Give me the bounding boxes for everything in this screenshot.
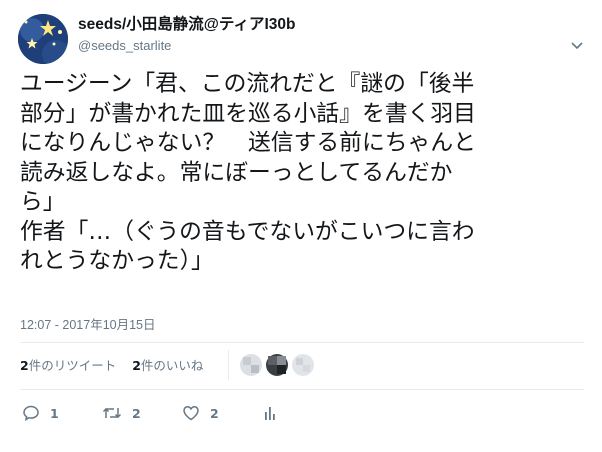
retweet-stat-count: 2 [20,358,29,373]
tweet-text-line: 部分」が書かれた皿を巡る小話』を書く羽目 [20,100,476,127]
user-handle[interactable]: @seeds_starlite [78,37,295,55]
user-names: seeds/小田島静流@ティアI30b @seeds_starlite [78,15,295,55]
like-button[interactable]: 2 [182,402,219,424]
tweet-actions: 1 2 2 [22,402,322,426]
liker-avatars [240,354,350,378]
stats-separator [228,350,229,380]
like-count: 2 [210,405,219,421]
like-stat-label: 件のいいね [140,358,204,373]
tweet-text-line: 読み返しなよ。常にぼーっとしてるんだか [20,159,453,186]
tweet-stats: 2件のリツイート 2件のいいね [20,350,314,380]
divider [20,389,584,390]
tweet: seeds/小田島静流@ティアI30b @seeds_starlite ユージー… [0,0,602,452]
chevron-down-icon[interactable] [570,36,584,50]
like-stat-count: 2 [132,358,141,373]
avatar[interactable] [240,354,262,376]
avatar[interactable] [292,354,314,376]
tweet-timestamp[interactable]: 12:07 - 2017年10月15日 [20,314,156,333]
display-name[interactable]: seeds/小田島静流@ティアI30b [78,15,295,35]
avatar[interactable] [266,354,288,376]
heart-icon [182,404,200,422]
retweet-stat-label: 件のリツイート [28,358,117,373]
reply-count: 1 [50,405,59,421]
reply-icon [22,404,40,422]
tweet-text-line: ら」 [20,189,66,215]
retweet-stat[interactable]: 2件のリツイート [20,356,116,376]
retweet-button[interactable]: 2 [102,402,141,424]
tweet-header: seeds/小田島静流@ティアI30b @seeds_starlite [18,12,588,64]
analytics-button[interactable] [262,402,278,424]
tweet-text: ユージーン「君、この流れだと『謎の「後半 部分」が書かれた皿を巡る小話』を書く羽… [20,70,590,277]
tweet-text-line: ユージーン「君、この流れだと『謎の「後半 [20,71,475,97]
analytics-icon [262,404,278,422]
like-stat[interactable]: 2件のいいね [132,356,203,376]
reply-button[interactable]: 1 [22,402,59,424]
retweet-count: 2 [132,405,141,421]
tweet-text-line: 作者「…（ぐうの音もでないがこいつに言わ [20,218,475,245]
tweet-text-line: になりんじゃない？ 送信する前にちゃんと [20,130,476,156]
avatar[interactable] [18,14,68,64]
tweet-text-line: れとうなかった）」 [20,248,214,274]
divider [20,342,584,343]
retweet-icon [102,404,122,422]
